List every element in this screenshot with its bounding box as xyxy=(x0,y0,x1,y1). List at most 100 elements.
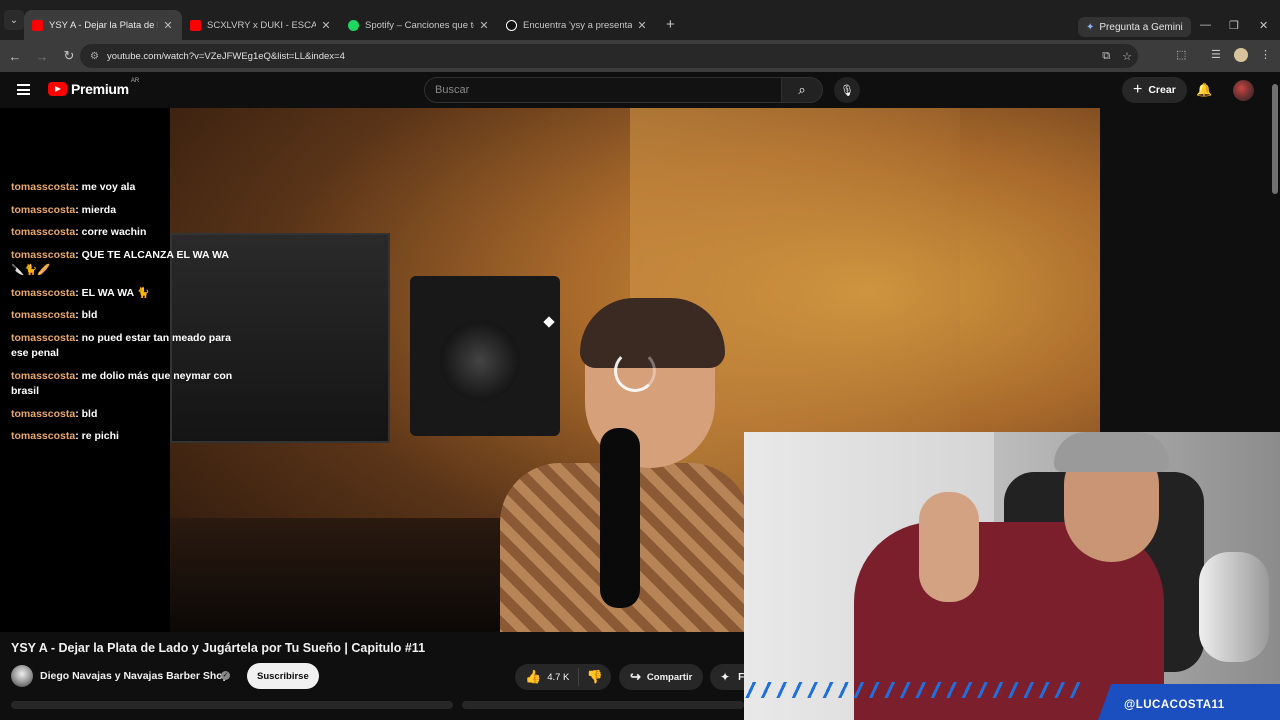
address-bar[interactable]: ⚙ youtube.com/watch?v=VZeJFWEg1eQ&list=L… xyxy=(80,44,1138,68)
window-close-icon[interactable]: ✕ xyxy=(1259,19,1268,32)
chat-message: tomasscosta: corre wachin xyxy=(11,225,236,241)
close-icon[interactable]: ✕ xyxy=(162,19,174,32)
search-input[interactable]: Buscar xyxy=(424,77,782,103)
restore-icon[interactable]: ❐ xyxy=(1229,19,1239,32)
install-app-icon[interactable]: ⧉ xyxy=(1102,50,1110,63)
browser-profile-avatar[interactable] xyxy=(1234,48,1248,62)
tab-title: YSY A - Dejar la Plata de Lado y xyxy=(49,19,158,31)
chat-user: tomasscosta xyxy=(11,430,76,442)
scrollbar-thumb[interactable] xyxy=(1272,84,1278,194)
video-title: YSY A - Dejar la Plata de Lado y Jugárte… xyxy=(11,641,426,655)
chat-message: tomasscosta: me voy ala xyxy=(11,180,236,196)
close-icon[interactable]: ✕ xyxy=(478,19,490,32)
gemini-sparkle-icon: ✦ xyxy=(1086,21,1095,33)
tab-3[interactable]: Encuentra 'ysy a presentando a ✕ xyxy=(498,10,656,40)
account-avatar[interactable] xyxy=(1233,80,1254,101)
create-label: Crear xyxy=(1148,84,1176,96)
url-text: youtube.com/watch?v=VZeJFWEg1eQ&list=LL&… xyxy=(106,50,345,62)
tab-title: SCXLVRY x DUKI - ESCALERA PE xyxy=(207,19,316,31)
streamer-cap xyxy=(1054,432,1169,472)
chat-text: : bld xyxy=(75,407,98,420)
thumbs-up-icon: 👍 xyxy=(525,669,542,684)
bookmark-star-icon[interactable]: ☆ xyxy=(1122,50,1132,63)
country-code: AR xyxy=(130,78,140,84)
chat-user: tomasscosta xyxy=(11,226,76,238)
tab-title: Encuentra 'ysy a presentando a xyxy=(523,19,632,31)
subscribe-button[interactable]: Suscribirse xyxy=(247,663,319,689)
tab-search-chevron-icon[interactable]: ⌄ xyxy=(4,10,24,30)
microphone-icon[interactable]: 🎙 xyxy=(834,77,860,103)
like-count: 4.7 K xyxy=(547,671,570,683)
chat-user: tomasscosta xyxy=(11,248,76,261)
page-scrollbar[interactable] xyxy=(1270,72,1280,432)
chat-text: : EL WA WA 🐈 xyxy=(75,286,150,299)
ask-gemini-button[interactable]: ✦ Pregunta a Gemini xyxy=(1078,17,1191,37)
youtube-premium-logo[interactable]: Premium AR xyxy=(48,78,140,97)
like-dislike-group: 👍 4.7 K 👎 xyxy=(515,664,611,690)
chat-message: tomasscosta: bld xyxy=(11,308,236,324)
tiktok-icon xyxy=(506,19,517,31)
share-arrow-icon: ↪ xyxy=(630,669,641,684)
streamer-handle: @LUCACOSTA11 xyxy=(1124,699,1225,711)
browser-toolbar: ← → ↻ ⚙ youtube.com/watch?v=VZeJFWEg1eQ&… xyxy=(0,40,1280,72)
share-button[interactable]: ↪ Compartir xyxy=(619,664,704,690)
chat-message: tomasscosta: QUE TE ALCANZA EL WA WA 🔪🐈🥖 xyxy=(11,248,236,279)
youtube-header: Premium AR Buscar ⌕ 🎙 + Crear 🔔 xyxy=(0,72,1270,108)
chat-user: tomasscosta xyxy=(11,286,76,299)
channel-name[interactable]: Diego Navajas y Navajas Barber Shop xyxy=(40,670,229,682)
logo-text: Premium xyxy=(71,81,129,97)
verified-check-icon: ✓ xyxy=(221,671,230,680)
notifications-bell-icon[interactable]: 🔔 xyxy=(1196,82,1212,98)
chat-text: : me voy ala xyxy=(75,181,136,193)
search-icon[interactable]: ⌕ xyxy=(781,77,823,103)
media-controls-icon[interactable]: ☰ xyxy=(1211,48,1221,61)
forward-arrow-icon[interactable]: → xyxy=(30,49,54,64)
close-icon[interactable]: ✕ xyxy=(636,19,648,32)
chat-message: tomasscosta: mierda xyxy=(11,203,236,219)
chat-user: tomasscosta xyxy=(11,181,76,193)
plus-icon: + xyxy=(1133,81,1143,98)
chat-message: tomasscosta: me dolio más que neymar con… xyxy=(11,369,236,400)
tab-2[interactable]: Spotify – Canciones que te gus ✕ xyxy=(340,10,498,40)
description-box-edge xyxy=(462,701,744,709)
ask-ai-button[interactable]: ✦ F xyxy=(710,664,744,690)
like-button[interactable]: 👍 4.7 K xyxy=(515,668,579,686)
streamer-webcam-overlay: @LUCACOSTA11 xyxy=(744,432,1280,720)
chat-text: : corre wachin xyxy=(75,226,147,238)
tab-1[interactable]: SCXLVRY x DUKI - ESCALERA PE ✕ xyxy=(182,10,340,40)
close-icon[interactable]: ✕ xyxy=(320,19,332,32)
podcast-microphone xyxy=(600,428,640,608)
streamer-hand xyxy=(919,492,979,602)
chat-text: : mierda xyxy=(75,203,117,216)
tab-0[interactable]: YSY A - Dejar la Plata de Lado y ✕ xyxy=(24,10,182,40)
gemini-label: Pregunta a Gemini xyxy=(1099,21,1183,33)
overlay-stripes xyxy=(744,682,1084,698)
chat-text: : re pichi xyxy=(75,430,119,442)
site-settings-icon[interactable]: ⚙ xyxy=(90,51,99,62)
chat-text: : bld xyxy=(75,309,98,321)
minimize-icon[interactable]: — xyxy=(1200,19,1211,31)
chat-message: tomasscosta: EL WA WA 🐈 xyxy=(11,286,236,302)
browser-menu-icon[interactable]: ⋮ xyxy=(1260,48,1271,61)
thumbs-down-icon[interactable]: 👎 xyxy=(579,669,611,685)
chat-message: tomasscosta: bld xyxy=(11,407,236,423)
stream-chat: tomasscosta: me voy ala tomasscosta: mie… xyxy=(11,180,236,452)
chat-user: tomasscosta xyxy=(11,331,76,344)
hamburger-menu-icon[interactable] xyxy=(17,84,30,95)
chat-user: tomasscosta xyxy=(11,203,76,216)
sparkle-icon: ✦ xyxy=(720,670,731,684)
youtube-icon xyxy=(32,19,43,31)
share-label: Compartir xyxy=(646,671,693,683)
chat-user: tomasscosta xyxy=(11,407,76,420)
loading-spinner-icon xyxy=(614,350,656,392)
tab-title: Spotify – Canciones que te gus xyxy=(365,19,474,31)
guest-hair xyxy=(580,298,725,368)
youtube-play-icon xyxy=(48,82,67,96)
extensions-icon[interactable]: ⬚ xyxy=(1176,48,1186,61)
create-button[interactable]: + Crear xyxy=(1122,77,1187,103)
reload-icon[interactable]: ↻ xyxy=(57,48,81,64)
back-arrow-icon[interactable]: ← xyxy=(3,49,27,64)
new-tab-plus-icon[interactable]: + xyxy=(666,16,675,33)
chat-user: tomasscosta xyxy=(11,369,76,382)
channel-avatar[interactable] xyxy=(11,665,33,687)
